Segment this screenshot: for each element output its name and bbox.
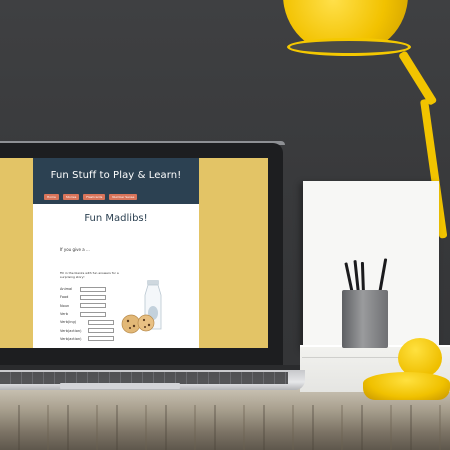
instructions: Fill in the blanks with fun answers for …	[60, 271, 119, 279]
nav-number-sense[interactable]: Number Sense	[109, 194, 138, 200]
field-label: Noun	[60, 303, 70, 308]
photo-scene: Fun Stuff to Play & Learn! Home Stories …	[0, 0, 450, 450]
field-label: Animal	[60, 287, 73, 292]
madlib-form: Animal Food Noun Verb Verb(ing) Verb(act…	[60, 285, 114, 343]
field-label: Verb(action)	[60, 328, 82, 333]
cookies-illustration	[121, 314, 155, 334]
nav-stories[interactable]: Stories	[62, 194, 80, 200]
verb-action-input[interactable]	[88, 328, 114, 334]
field-label: Verb	[60, 312, 68, 317]
site-nav: Home Stories Flashcards Number Sense	[44, 194, 138, 200]
form-row: Verb	[60, 310, 114, 318]
story-intro: If you give a ...	[60, 247, 90, 252]
laptop-screen: Fun Stuff to Play & Learn! Home Stories …	[0, 158, 268, 348]
form-row: Food	[60, 293, 114, 301]
verb-ing-input[interactable]	[88, 319, 114, 325]
nav-home[interactable]: Home	[44, 194, 59, 200]
site-title: Fun Stuff to Play & Learn!	[50, 170, 182, 181]
form-row: Noun	[60, 302, 114, 310]
lamp-shade-rim	[287, 38, 411, 56]
field-label: Verb(ing)	[60, 320, 77, 325]
form-row: Verb(ing)	[60, 318, 114, 326]
page-heading: Fun Madlibs!	[84, 213, 148, 224]
animal-input[interactable]	[80, 286, 106, 292]
verb-input[interactable]	[80, 311, 106, 317]
laptop-trackpad	[60, 383, 180, 389]
form-row: Verb(action)	[60, 335, 114, 343]
pencil-cup	[342, 290, 388, 348]
nav-flashcards[interactable]: Flashcards	[83, 194, 106, 200]
food-input[interactable]	[80, 294, 106, 300]
verb-action-input-2[interactable]	[88, 336, 114, 342]
form-row: Animal	[60, 285, 114, 293]
form-row: Verb(action)	[60, 326, 114, 334]
field-label: Verb(action)	[60, 336, 82, 341]
field-label: Food	[60, 295, 69, 300]
desk-wood-grain	[0, 405, 450, 450]
lamp-base	[363, 372, 450, 400]
noun-input[interactable]	[80, 303, 106, 309]
